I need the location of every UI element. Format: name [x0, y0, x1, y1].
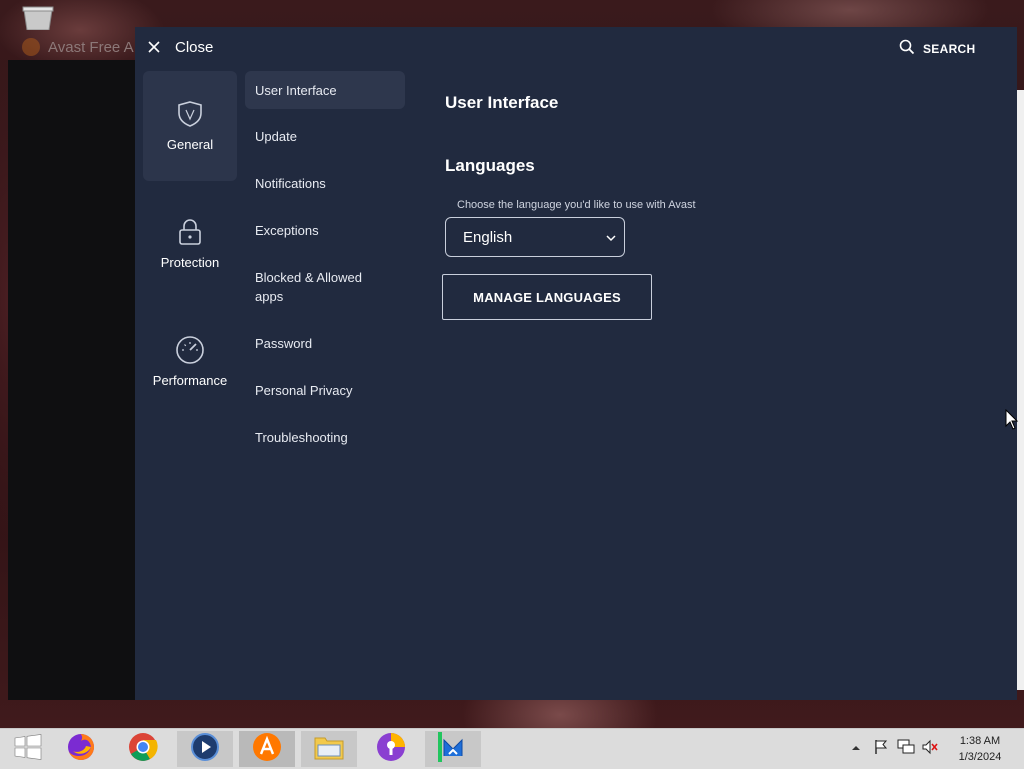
clock-time: 1:38 AM	[959, 735, 1001, 747]
subnav-blocked-allowed-apps[interactable]: Blocked & Allowed apps	[245, 268, 395, 306]
chevron-up-icon	[850, 740, 862, 758]
page-title: User Interface	[445, 93, 559, 112]
system-clock[interactable]: 1:38 AM 1/3/2024	[950, 733, 1010, 765]
volume-muted-icon	[921, 739, 939, 760]
subnav-personal-privacy[interactable]: Personal Privacy	[245, 381, 405, 400]
lock-icon	[178, 217, 202, 247]
taskbar-vpn[interactable]	[363, 731, 419, 767]
vpn-lock-icon	[376, 732, 406, 767]
malwarebytes-icon	[438, 731, 468, 767]
background-window-label: Avast Free A	[48, 38, 134, 56]
language-hint: Choose the language you'd like to use wi…	[457, 199, 696, 211]
manage-languages-button[interactable]: MANAGE LANGUAGES	[442, 274, 652, 320]
subnav-troubleshooting[interactable]: Troubleshooting	[245, 428, 405, 447]
window-edge	[1017, 90, 1024, 690]
start-button[interactable]	[0, 731, 56, 767]
media-player-icon	[190, 732, 220, 767]
chrome-icon	[128, 732, 158, 767]
speedometer-icon	[175, 335, 205, 365]
file-explorer-icon	[314, 733, 344, 766]
language-select[interactable]: English	[445, 217, 625, 257]
category-performance[interactable]: Performance	[143, 307, 237, 417]
category-label: General	[166, 137, 214, 152]
category-label: Performance	[152, 373, 228, 388]
tray-network[interactable]	[897, 729, 915, 769]
taskbar-firefox[interactable]	[53, 731, 109, 767]
tray-action-center[interactable]	[873, 729, 889, 769]
search-label: SEARCH	[923, 41, 976, 56]
avast-icon	[252, 732, 282, 767]
network-icon	[897, 739, 915, 760]
taskbar-media-player[interactable]	[177, 731, 233, 767]
category-protection[interactable]: Protection	[143, 189, 237, 299]
close-icon	[147, 40, 161, 54]
windows-start-icon	[14, 733, 42, 765]
close-label: Close	[175, 38, 214, 56]
subnav-label: Update	[255, 129, 297, 144]
subnav-password[interactable]: Password	[245, 334, 405, 353]
search-button[interactable]: SEARCH	[899, 39, 975, 58]
firefox-icon	[66, 732, 96, 767]
language-selected-value: English	[463, 228, 513, 246]
category-general[interactable]: General	[143, 71, 237, 181]
avast-logo-icon	[22, 38, 40, 56]
subnav-user-interface[interactable]: User Interface	[245, 71, 405, 109]
chevron-down-icon	[606, 229, 616, 246]
subnav-update[interactable]: Update	[245, 127, 405, 146]
taskbar: 1:38 AM 1/3/2024	[0, 728, 1024, 769]
close-button[interactable]: Close	[147, 37, 213, 57]
subnav-label: Blocked & Allowed apps	[255, 270, 362, 304]
taskbar-malwarebytes[interactable]	[425, 731, 481, 767]
flag-icon	[873, 739, 889, 760]
background-window	[8, 60, 135, 700]
subnav-label: Troubleshooting	[255, 430, 348, 445]
tray-volume[interactable]	[921, 729, 939, 769]
tray-overflow-button[interactable]	[850, 729, 862, 769]
background-window-title[interactable]: Avast Free A	[22, 36, 142, 58]
subnav-label: Password	[255, 336, 313, 351]
subnav-label: User Interface	[255, 82, 337, 98]
settings-panel: Close SEARCH General Protection Performa…	[135, 27, 1017, 700]
mouse-cursor-icon	[1005, 408, 1019, 436]
recycle-bin-icon[interactable]	[20, 6, 56, 31]
taskbar-file-explorer[interactable]	[301, 731, 357, 767]
shield-icon	[177, 99, 203, 129]
category-label: Protection	[160, 255, 220, 270]
subnav-notifications[interactable]: Notifications	[245, 174, 405, 193]
subnav-label: Notifications	[255, 176, 326, 191]
subnav-label: Personal Privacy	[255, 383, 353, 398]
subnav-exceptions[interactable]: Exceptions	[245, 221, 405, 240]
clock-date: 1/3/2024	[958, 751, 1002, 763]
taskbar-chrome[interactable]	[115, 731, 171, 767]
subnav-label: Exceptions	[255, 223, 319, 238]
taskbar-avast[interactable]	[239, 731, 295, 767]
languages-heading: Languages	[445, 156, 535, 175]
search-icon	[899, 39, 915, 58]
